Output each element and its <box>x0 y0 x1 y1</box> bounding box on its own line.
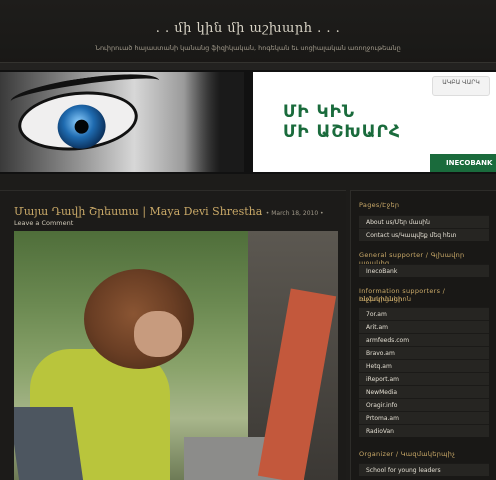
photo-child-face <box>134 311 182 357</box>
sidebar-item-newmedia[interactable]: NewMedia <box>359 385 489 398</box>
sidebar: Pages/Էջեր About us/Մեր մասին Contact us… <box>350 190 496 480</box>
hair-shadow <box>184 72 244 172</box>
pupil <box>73 118 90 135</box>
sidebar-info-supporters-title-2: աջակիցներ <box>359 295 403 303</box>
sponsor-ad[interactable]: ԱԿԲԱ ՎԱՐԿ ՄԻ ԿԻՆ ՄԻ ԱՇԽԱՐՀ INECOBANK <box>253 72 496 172</box>
post-photo <box>14 231 338 480</box>
iris <box>55 102 108 152</box>
post-title-text[interactable]: Մայա Դավի Շրեստա | Maya Devi Shrestha <box>14 205 262 218</box>
post-title[interactable]: Մայա Դավի Շրեստա | Maya Devi Shrestha • … <box>14 205 324 218</box>
sidebar-item-inecobank[interactable]: InecoBank <box>359 264 489 277</box>
sidebar-item-hetq[interactable]: Hetq.am <box>359 359 489 372</box>
leave-comment-link[interactable]: Leave a Comment <box>14 219 73 227</box>
sidebar-item-oragir[interactable]: Oragir.info <box>359 398 489 411</box>
banner-slogan: ՄԻ ԿԻՆ ՄԻ ԱՇԽԱՐՀ <box>283 102 401 142</box>
banner[interactable]: ԱԿԲԱ ՎԱՐԿ ՄԻ ԿԻՆ ՄԻ ԱՇԽԱՐՀ INECOBANK <box>0 70 496 174</box>
sidebar-item-armfeeds[interactable]: armfeeds.com <box>359 333 489 346</box>
bank-name-badge: INECOBANK <box>430 154 496 172</box>
sidebar-item-bravo[interactable]: Bravo.am <box>359 346 489 359</box>
bank-logo: ԱԿԲԱ ՎԱՐԿ <box>432 76 490 96</box>
sidebar-item-about[interactable]: About us/Մեր մասին <box>359 215 489 228</box>
sidebar-organizer-title: Organizer / Կազմակերպիչ <box>359 450 456 458</box>
eye-image <box>0 72 244 172</box>
sidebar-item-arit[interactable]: Arit.am <box>359 320 489 333</box>
site-header: . . մի կին մի աշխարհ . . . Նուիրուած հայ… <box>0 0 496 70</box>
slogan-line-1: ՄԻ ԿԻՆ <box>283 102 356 122</box>
site-tagline: Նուիրուած հայաստանի կանանց ֆիզիկական, հո… <box>95 44 401 52</box>
sidebar-item-radiovan[interactable]: RadioVan <box>359 424 489 437</box>
sidebar-item-prtoma[interactable]: Prtoma.am <box>359 411 489 424</box>
slogan-line-2: ՄԻ ԱՇԽԱՐՀ <box>283 122 401 142</box>
header-divider <box>0 62 496 70</box>
post-date: • March 18, 2010 • <box>265 210 324 217</box>
sidebar-item-school[interactable]: School for young leaders <box>359 463 489 476</box>
site-title[interactable]: . . մի կին մի աշխարհ . . . <box>0 21 496 36</box>
sidebar-item-contact[interactable]: Contact us/Կապվեք մեզ հետ <box>359 228 489 241</box>
sidebar-pages-title: Pages/Էջեր <box>359 201 400 209</box>
sidebar-item-7or[interactable]: 7or.am <box>359 307 489 320</box>
sidebar-item-ireport[interactable]: iReport.am <box>359 372 489 385</box>
main-content: Մայա Դավի Շրեստա | Maya Devi Shrestha • … <box>0 190 346 480</box>
photo-dark-bag <box>14 407 84 480</box>
